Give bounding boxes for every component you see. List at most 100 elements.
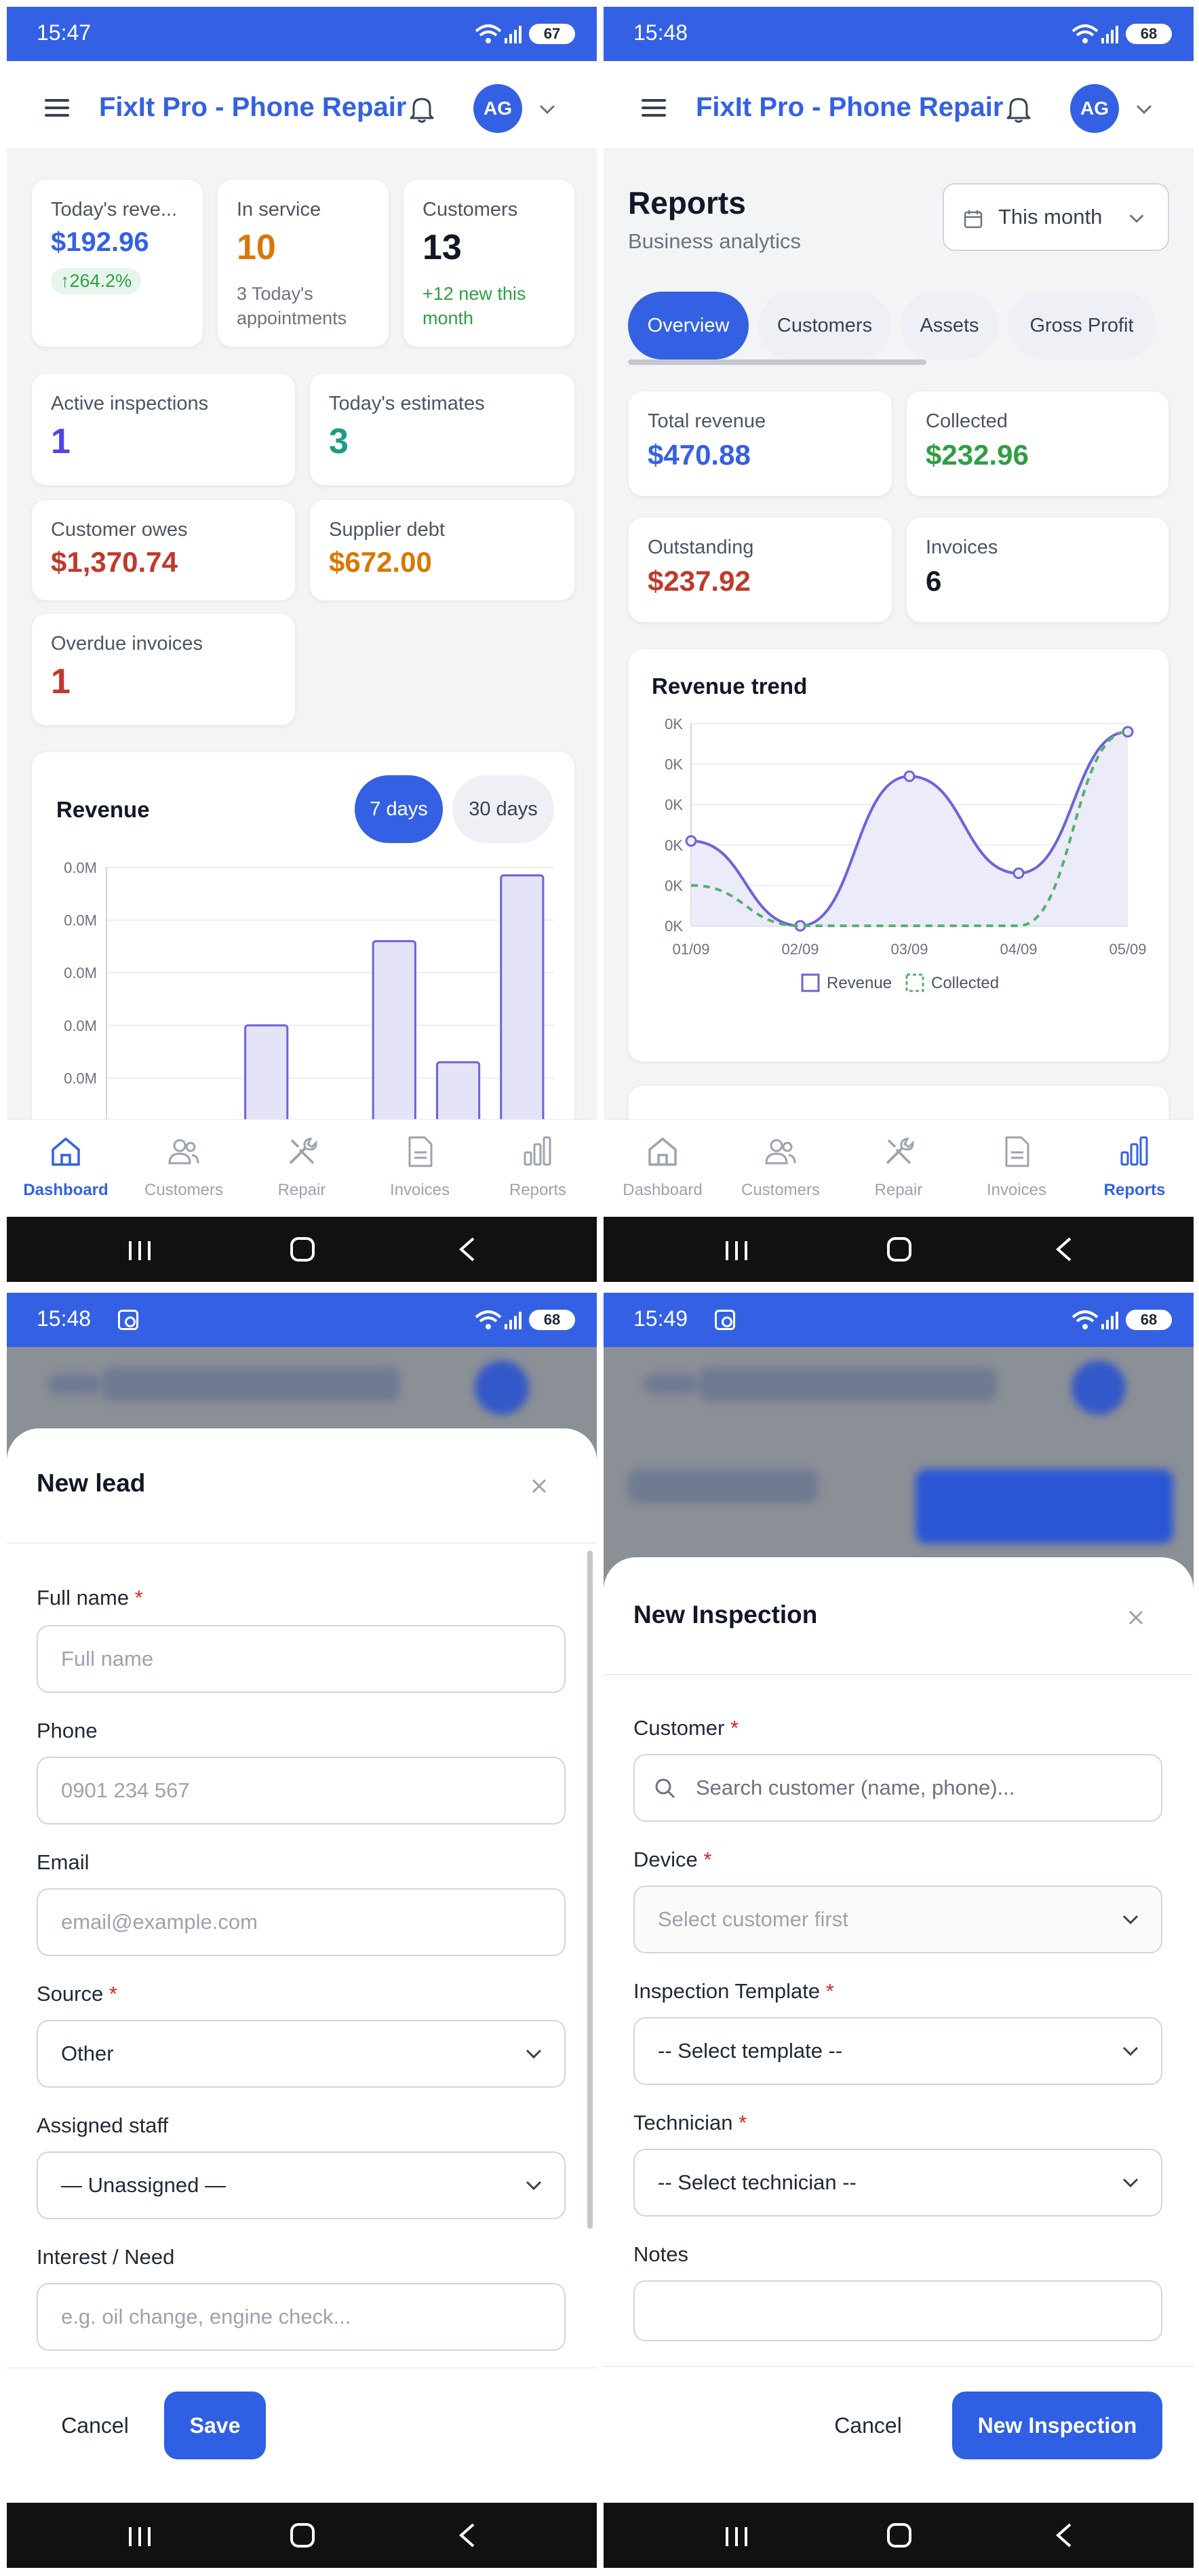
- device-select[interactable]: Select customer first: [633, 1886, 1162, 1953]
- home-button-icon[interactable]: [290, 1237, 315, 1262]
- chevron-down-icon[interactable]: [1134, 99, 1154, 119]
- series-point: [685, 835, 697, 847]
- full-name-input[interactable]: Full name: [37, 1625, 566, 1693]
- bar-chart-icon: [524, 1136, 551, 1166]
- wifi-icon: [1072, 1310, 1099, 1329]
- kpi-card-supplier-debt[interactable]: Supplier debt $672.00: [309, 499, 575, 601]
- signal-icon: [1101, 26, 1118, 43]
- app-title: FixIt Pro - Phone Repair: [696, 92, 1004, 122]
- menu-icon[interactable]: [642, 99, 666, 117]
- close-icon[interactable]: [1126, 1607, 1146, 1628]
- home-button-icon[interactable]: [887, 1237, 911, 1262]
- close-icon[interactable]: [529, 1476, 549, 1496]
- tab-gross-profit[interactable]: Gross Profit: [1008, 292, 1156, 359]
- nav-dashboard[interactable]: Dashboard: [7, 1120, 125, 1217]
- kpi-card-total-revenue[interactable]: Total revenue $470.88: [628, 391, 892, 496]
- nav-customers[interactable]: Customers: [125, 1120, 243, 1217]
- kpi-card-customers[interactable]: Customers 13 +12 new this month: [403, 179, 575, 347]
- nav-dashboard[interactable]: Dashboard: [604, 1120, 722, 1217]
- select-value: — Unassigned —: [61, 2173, 226, 2197]
- nav-label: Repair: [874, 1181, 923, 1199]
- status-bar: 15:48 68: [7, 1293, 597, 1347]
- tabs-scrollbar[interactable]: [628, 359, 926, 365]
- interest-input[interactable]: e.g. oil change, engine check...: [37, 2283, 566, 2351]
- period-select[interactable]: This month: [943, 183, 1169, 251]
- scrollbar[interactable]: [587, 1550, 593, 2229]
- avatar[interactable]: AG: [473, 84, 522, 133]
- back-icon[interactable]: [1054, 1237, 1074, 1262]
- battery-icon: 68: [1126, 24, 1172, 44]
- back-icon[interactable]: [457, 2523, 477, 2548]
- technician-select[interactable]: -- Select technician --: [633, 2149, 1162, 2217]
- cancel-button[interactable]: Cancel: [821, 2392, 916, 2459]
- chevron-down-icon[interactable]: [537, 99, 557, 119]
- recents-icon[interactable]: [126, 2526, 153, 2548]
- required-mark: *: [109, 1982, 117, 2006]
- avatar[interactable]: AG: [1070, 84, 1119, 133]
- source-select[interactable]: Other: [37, 2020, 566, 2088]
- tab-customers[interactable]: Customers: [758, 292, 891, 359]
- nav-label: Customers: [741, 1181, 821, 1199]
- staff-select[interactable]: — Unassigned —: [37, 2151, 566, 2219]
- kpi-value: $192.96: [51, 227, 149, 257]
- save-button[interactable]: Save: [164, 2392, 266, 2459]
- nav-repair[interactable]: Repair: [840, 1120, 958, 1217]
- new-inspection-sheet: New Inspection Customer * Search custome…: [604, 1557, 1194, 2503]
- nav-customers[interactable]: Customers: [722, 1120, 840, 1217]
- full-name-label: Full name *: [37, 1586, 143, 1610]
- kpi-label: Customers: [422, 199, 518, 220]
- notes-textarea[interactable]: [633, 2280, 1162, 2341]
- nav-reports[interactable]: Reports: [1076, 1120, 1194, 1217]
- nav-reports[interactable]: Reports: [479, 1120, 597, 1217]
- kpi-card-overdue[interactable]: Overdue invoices 1: [31, 613, 296, 726]
- chevron-down-icon: [526, 2049, 542, 2059]
- bottom-nav: Dashboard Customers Repair Invoices Repo…: [7, 1119, 597, 1217]
- users-icon: [765, 1139, 796, 1165]
- home-button-icon[interactable]: [290, 2523, 315, 2548]
- bell-icon[interactable]: [408, 95, 435, 123]
- kpi-card-collected[interactable]: Collected $232.96: [906, 391, 1169, 496]
- range-30-days-button[interactable]: 30 days: [452, 775, 554, 843]
- phone-input[interactable]: 0901 234 567: [37, 1757, 566, 1824]
- kpi-value: $470.88: [648, 439, 751, 471]
- menu-icon[interactable]: [45, 99, 69, 117]
- email-input[interactable]: email@example.com: [37, 1888, 566, 1956]
- reports-screen: 15:48 68 FixIt Pro - Phone Repair AG Rep…: [604, 7, 1194, 1282]
- back-icon[interactable]: [457, 1237, 477, 1262]
- status-time: 15:48: [633, 20, 688, 45]
- kpi-card-inspections[interactable]: Active inspections 1: [31, 373, 296, 486]
- nav-invoices[interactable]: Invoices: [361, 1120, 479, 1217]
- customer-search-input[interactable]: Search customer (name, phone)...: [633, 1754, 1162, 1822]
- kpi-card-estimates[interactable]: Today's estimates 3: [309, 373, 575, 486]
- document-icon: [1005, 1136, 1029, 1167]
- bell-icon[interactable]: [1005, 95, 1032, 123]
- search-icon: [655, 1778, 675, 1799]
- nav-label: Repair: [277, 1181, 326, 1199]
- kpi-card-in-service[interactable]: In service 10 3 Today's appointments: [217, 179, 389, 347]
- label-text: Customer: [633, 1716, 725, 1740]
- recents-icon[interactable]: [126, 1240, 153, 1262]
- kpi-card-invoices[interactable]: Invoices 6: [906, 517, 1169, 623]
- range-7-days-button[interactable]: 7 days: [355, 775, 443, 843]
- tab-overview[interactable]: Overview: [628, 292, 749, 359]
- home-icon: [648, 1137, 677, 1166]
- period-value: This month: [998, 205, 1103, 229]
- cancel-button[interactable]: Cancel: [47, 2392, 142, 2459]
- notes-label: Notes: [633, 2242, 688, 2266]
- legend-label: Revenue: [827, 974, 892, 992]
- home-button-icon[interactable]: [887, 2523, 911, 2548]
- kpi-card-outstanding[interactable]: Outstanding $237.92: [628, 517, 892, 623]
- nav-invoices[interactable]: Invoices: [958, 1120, 1076, 1217]
- back-icon[interactable]: [1054, 2523, 1074, 2548]
- y-tick-label: 0.0M: [64, 1017, 97, 1034]
- kpi-value: $672.00: [329, 546, 432, 578]
- new-inspection-button[interactable]: New Inspection: [952, 2392, 1162, 2459]
- kpi-card-revenue[interactable]: Today's reve... $192.96 ↑264.2%: [31, 179, 203, 347]
- kpi-card-customer-owes[interactable]: Customer owes $1,370.74: [31, 499, 296, 601]
- recents-icon[interactable]: [723, 2526, 750, 2548]
- nav-repair[interactable]: Repair: [243, 1120, 361, 1217]
- recents-icon[interactable]: [723, 1240, 750, 1262]
- template-select[interactable]: -- Select template --: [633, 2017, 1162, 2085]
- tab-assets[interactable]: Assets: [901, 292, 998, 359]
- kpi-value: 13: [422, 228, 462, 267]
